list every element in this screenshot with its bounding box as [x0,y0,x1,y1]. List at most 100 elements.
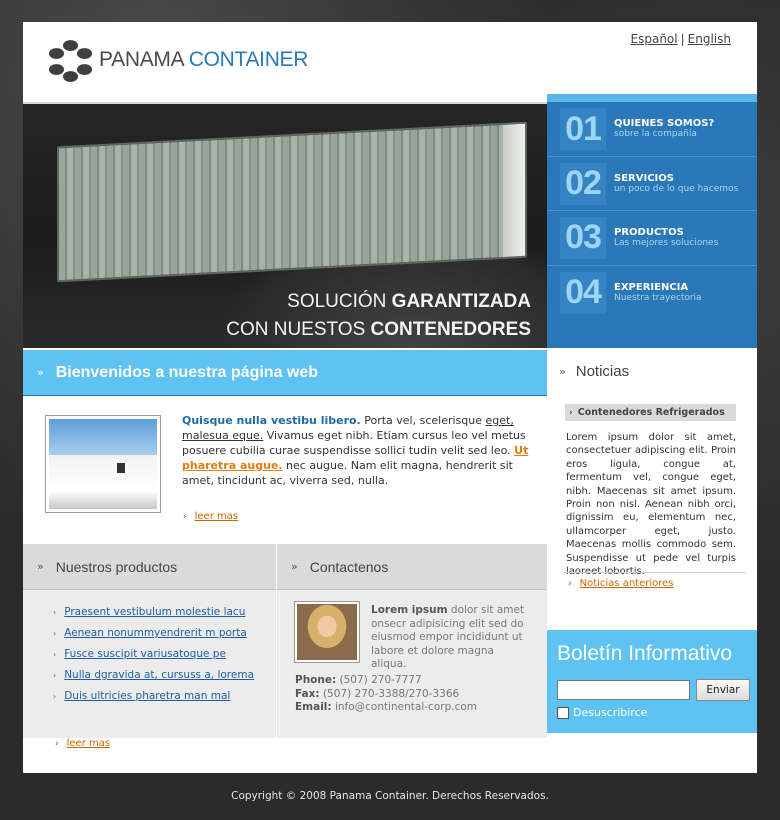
fax-label: Fax: [295,687,320,700]
chevron-right-icon: › [569,407,573,418]
header: PANAMA CONTAINER Español | English [23,22,757,102]
logo[interactable]: PANAMA CONTAINER [47,37,308,83]
chevron-right-icon: » [291,560,298,573]
chevron-right-icon: » [559,365,566,378]
bullet-icon: › [53,692,57,701]
nav-title: EXPERIENCIA [614,281,689,293]
contact-details: Phone: (507) 270-7777 Fax: (507) 270-338… [295,674,477,715]
contact-email: Email: info@continental-corp.com [295,701,477,715]
products-read-more-link[interactable]: leer mas [67,738,110,749]
lang-espanol-link[interactable]: Español [631,32,678,46]
nav-text: QUIENES SOMOS? sobre la compañía [614,118,714,140]
welcome-read-more: › leer mas [183,511,238,522]
hero-line-2: CON NUESTOS CONTENEDORES [226,316,531,344]
welcome-text-1: Porta vel, scelerisque [360,414,486,427]
list-item: › Nulla dgravida at, cursuss a, lorema [53,665,254,686]
contact-avatar [294,601,360,663]
copyright-text: Copyright © 2008 Panama Container. Derec… [231,790,549,802]
page-container: PANAMA CONTAINER Español | English SOLUCIÓ… [23,22,757,773]
welcome-lead: Quisque nulla vestibu libero. [182,414,361,427]
welcome-read-more-link[interactable]: leer mas [195,511,238,522]
contact-box: Lorem ipsum dolor sit amet onsecr adipis… [277,590,547,738]
language-switcher: Español | English [631,32,731,46]
newsletter-box: Boletín Informativo Enviar Desuscribirce [547,630,757,733]
product-link[interactable]: Aenean nonummyendrerit m porta [64,627,247,639]
nav-item-quienes-somos[interactable]: 01 QUIENES SOMOS? sobre la compañía [547,102,757,156]
shipping-container-image [57,121,527,283]
nav-subtitle: Las mejores soluciones [614,237,719,248]
logo-text-part2: CONTAINER [188,48,309,71]
contact-description: Lorem ipsum dolor sit amet onsecr adipis… [371,604,526,672]
contact-title: Contactenos [309,558,389,575]
email-label: Email: [295,701,332,713]
hero-caption: SOLUCIÓN GARANTIZADA CON NUESTOS CONTENE… [226,288,531,344]
lang-separator: | [680,32,685,46]
welcome-title: Bienvenidos a nuestra página web [55,363,319,381]
news-archive-link[interactable]: Noticias anteriores [580,578,674,589]
newsletter-submit-button[interactable]: Enviar [696,679,750,701]
nav-item-servicios[interactable]: 02 SERVICIOS un poco de lo que hacemos [547,156,757,210]
email-value: info@continental-corp.com [331,701,477,713]
products-list: › Praesent vestibulum molestie lacu › Aene… [53,602,254,707]
phone-label: Phone: [295,674,337,686]
news-item-title: Contenedores Refrigerados [577,407,725,418]
main-nav: 01 QUIENES SOMOS? sobre la compañía 02 S… [547,94,757,348]
products-header: » Nuestros productos [23,544,276,590]
bullet-icon: › [53,650,57,659]
nav-title: QUIENES SOMOS? [614,118,715,129]
contact-header: » Contactenos [277,544,547,590]
hero-line-1: SOLUCIÓN GARANTIZADA [226,288,531,316]
nav-text: PRODUCTOS Las mejores soluciones [614,227,718,249]
nav-subtitle: sobre la compañía [614,129,697,139]
list-item: › Duis ultricies pharetra man mal [53,686,254,707]
news-item-text: Lorem ipsum dolor sit amet, consectetuer… [566,432,736,577]
newsletter-email-input[interactable] [557,680,690,700]
nav-number: 02 [560,162,606,205]
hero-line-2-normal: CON NUESTOS [226,319,366,340]
nav-number: 01 [560,108,606,150]
bullet-icon: › [53,608,57,617]
news-item-title-bar: › Contenedores Refrigerados [565,404,736,421]
hero-banner: SOLUCIÓN GARANTIZADA CON NUESTOS CONTENE… [23,102,547,348]
hero-line-1-bold: GARANTIZADA [391,291,531,312]
nav-number: 03 [560,216,606,259]
nav-subtitle: un poco de lo que hacemos [614,183,739,194]
product-link[interactable]: Fusce suscipit variusatoque pe [64,648,226,660]
chevron-right-icon: » [37,560,44,573]
fax-value: (507) 270-3388/270-3366 [319,687,460,700]
products-title: Nuestros productos [55,558,178,575]
list-item: › Aenean nonummyendrerit m porta [53,623,254,644]
product-link[interactable]: Praesent vestibulum molestie lacu [64,606,245,618]
nav-title: SERVICIOS [614,172,674,184]
lang-english-link[interactable]: English [688,32,731,46]
products-box: › Praesent vestibulum molestie lacu › Aene… [23,590,276,738]
hero-line-2-bold: CONTENEDORES [370,319,531,340]
welcome-header: » Bienvenidos a nuestra página web [23,350,547,396]
nav-number: 04 [560,271,606,314]
bullet-icon: › [53,629,57,638]
nav-title: PRODUCTOS [614,226,684,238]
newsletter-title: Boletín Informativo [557,642,733,665]
news-title: Noticias [575,363,630,380]
list-item: › Praesent vestibulum molestie lacu [53,602,254,623]
nav-subtitle: Nuestra trayectoria [614,292,702,303]
nav-item-experiencia[interactable]: 04 EXPERIENCIA Nuestra trayectoria [547,265,757,319]
chevron-right-icon: » [37,366,44,379]
news-header: » Noticias [559,363,629,380]
contact-phone: Phone: (507) 270-7777 [295,674,477,688]
logo-icon [47,37,93,83]
chevron-right-icon: › [183,512,187,522]
hero-line-1-normal: SOLUCIÓN [287,291,387,312]
logo-text: PANAMA CONTAINER [99,48,308,72]
chevron-right-icon: › [568,579,572,589]
unsubscribe-checkbox[interactable] [557,706,569,719]
product-link[interactable]: Duis ultricies pharetra man mal [64,690,230,702]
welcome-text: Quisque nulla vestibu libero. Porta vel,… [182,413,534,488]
bullet-icon: › [53,671,57,680]
logo-text-part1: PANAMA [99,48,184,71]
nav-item-productos[interactable]: 03 PRODUCTOS Las mejores soluciones [547,210,757,264]
unsubscribe-option[interactable]: Desuscribirce [557,706,647,719]
divider [564,572,746,573]
product-link[interactable]: Nulla dgravida at, cursuss a, lorema [64,669,254,681]
nav-text: EXPERIENCIA Nuestra trayectoria [614,282,702,304]
